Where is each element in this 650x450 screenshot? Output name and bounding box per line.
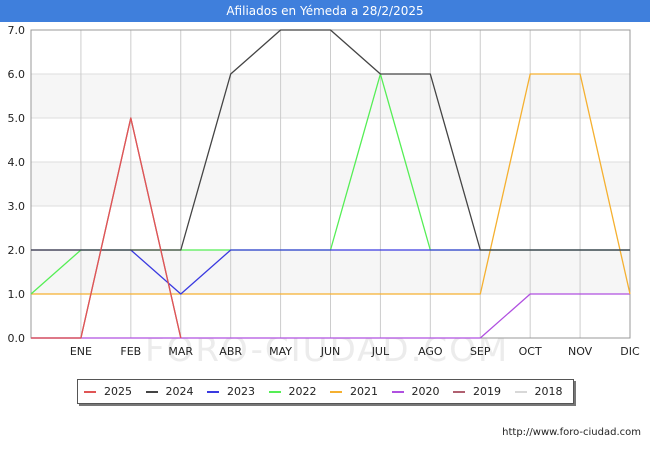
legend-swatch	[330, 391, 342, 393]
y-tick-label: 3.0	[8, 200, 26, 213]
legend-label: 2024	[165, 385, 194, 398]
x-tick-label: SEP	[470, 345, 491, 358]
y-tick-label: 1.0	[8, 288, 26, 301]
x-tick-label: NOV	[568, 345, 593, 358]
legend-swatch	[514, 391, 527, 393]
y-tick-label: 4.0	[8, 156, 26, 169]
y-tick-label: 2.0	[8, 244, 26, 257]
legend-label: 2025	[104, 385, 132, 398]
legend-swatch	[453, 391, 465, 393]
legend-swatch	[145, 391, 158, 393]
x-tick-label: FEB	[120, 345, 141, 358]
x-tick-label: ENE	[70, 345, 92, 358]
x-tick-label: DIC	[620, 345, 640, 358]
y-tick-label: 0.0	[8, 332, 26, 345]
x-tick-label: OCT	[519, 345, 542, 358]
source-link[interactable]: http://www.foro-ciudad.com	[502, 427, 641, 438]
legend-swatch	[391, 391, 404, 393]
y-tick-label: 6.0	[8, 68, 26, 81]
x-tick-label: MAY	[269, 345, 292, 358]
legend-label: 2020	[411, 385, 440, 398]
x-tick-label: ABR	[219, 345, 242, 358]
x-tick-label: AGO	[418, 345, 443, 358]
legend-label: 2018	[534, 385, 563, 398]
y-tick-label: 7.0	[8, 24, 26, 37]
x-tick-label: JUL	[371, 345, 390, 358]
legend-label: 2019	[473, 385, 501, 398]
legend-swatch	[84, 391, 96, 393]
legend-label: 2021	[350, 385, 378, 398]
x-tick-label: JUN	[320, 345, 341, 358]
legend-swatch	[207, 391, 219, 393]
legend-label: 2023	[227, 385, 255, 398]
legend-label: 2022	[288, 385, 317, 398]
legend: 2025 2024 2023 2022 2021 2020 2019 2018	[77, 379, 574, 404]
legend-swatch	[268, 391, 281, 393]
x-tick-label: MAR	[168, 345, 193, 358]
y-tick-label: 5.0	[8, 112, 26, 125]
